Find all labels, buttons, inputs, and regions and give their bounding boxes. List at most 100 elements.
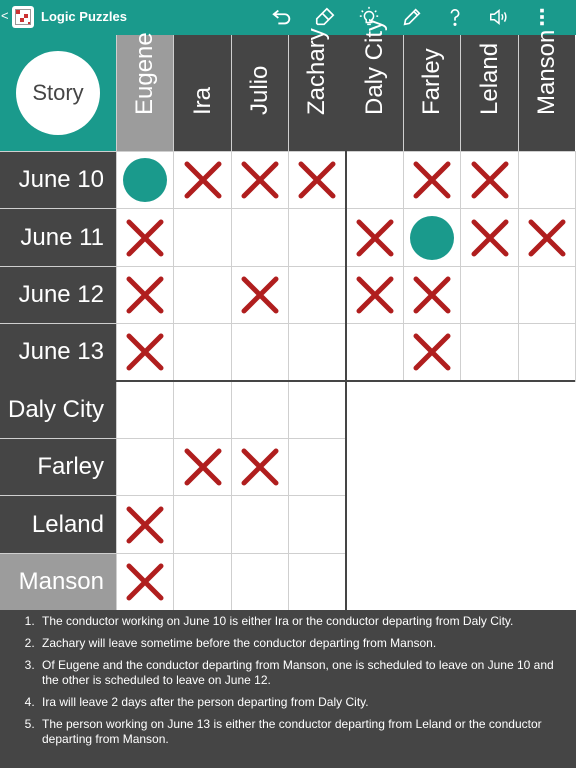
grid-cell[interactable]	[116, 208, 175, 267]
clues-panel: The conductor working on June 10 is eith…	[0, 610, 576, 768]
grid-cell[interactable]	[230, 265, 290, 325]
clue-item: The person working on June 13 is either …	[38, 717, 556, 747]
column-header-zachary[interactable]: Zachary	[288, 28, 346, 151]
grid-cell[interactable]	[345, 323, 404, 382]
cross-mark-icon	[413, 333, 451, 371]
app-title: Logic Puzzles	[41, 9, 127, 24]
cross-mark-icon	[356, 276, 394, 314]
grid-cell[interactable]	[173, 151, 232, 210]
story-button[interactable]: Story	[16, 51, 100, 135]
column-header-label: Manson	[532, 29, 560, 115]
column-header-eugene[interactable]: Eugene	[116, 32, 174, 151]
grid-cell[interactable]	[116, 495, 175, 554]
clue-item: Of Eugene and the conductor departing fr…	[38, 658, 556, 688]
row-header-june-10[interactable]: June 10	[0, 151, 116, 209]
clue-item: Ira will leave 2 days after the person d…	[38, 695, 556, 710]
section-divider	[0, 379, 576, 382]
grid-cell[interactable]	[288, 208, 347, 267]
sound-icon[interactable]	[485, 3, 513, 31]
grid-cell[interactable]	[173, 265, 232, 325]
grid-cell[interactable]	[116, 380, 175, 439]
grid-cell[interactable]	[460, 323, 519, 382]
grid-cell[interactable]	[403, 208, 462, 267]
grid-cell[interactable]	[230, 380, 290, 439]
row-header-june-12[interactable]: June 12	[0, 265, 116, 324]
grid-cell[interactable]	[517, 208, 576, 267]
column-header-label: Daly City	[360, 18, 388, 115]
column-header-leland[interactable]: Leland	[460, 35, 518, 151]
app-logo-icon	[12, 6, 34, 28]
help-icon[interactable]	[441, 3, 469, 31]
cross-mark-icon	[471, 219, 509, 257]
cross-mark-icon	[126, 506, 164, 544]
column-header-julio[interactable]: Julio	[230, 35, 289, 151]
grid-cell[interactable]	[345, 151, 404, 210]
grid-cell[interactable]	[173, 552, 232, 612]
grid-cell[interactable]	[173, 495, 232, 554]
row-header-june-13[interactable]: June 13	[0, 323, 116, 381]
confirmed-mark-icon	[410, 215, 455, 260]
grid-cell[interactable]	[517, 323, 576, 382]
grid-cell[interactable]	[288, 438, 347, 497]
grid-cell[interactable]	[403, 265, 462, 325]
more-vert-icon[interactable]	[528, 3, 556, 31]
column-header-daly-city[interactable]: Daly City	[345, 19, 403, 151]
row-header-daly-city[interactable]: Daly City	[0, 380, 116, 438]
column-header-label: Eugene	[131, 32, 159, 115]
grid-cell[interactable]	[288, 265, 347, 325]
grid-cell[interactable]	[230, 323, 290, 382]
grid-cell[interactable]	[460, 151, 519, 210]
cross-mark-icon	[126, 276, 164, 314]
cross-mark-icon	[413, 276, 451, 314]
grid-cell[interactable]	[116, 265, 175, 325]
cross-mark-icon	[413, 161, 451, 199]
cross-mark-icon	[126, 563, 164, 601]
cross-mark-icon	[298, 161, 336, 199]
grid-cell[interactable]	[173, 380, 232, 439]
grid-cell[interactable]	[116, 151, 175, 210]
puzzle-grid: Story Eugene Ira Julio Zachary Daly City Farl…	[0, 19, 576, 612]
grid-cell[interactable]	[173, 323, 232, 382]
grid-cell[interactable]	[517, 265, 576, 325]
grid-cell[interactable]	[116, 323, 175, 382]
grid-cell[interactable]	[403, 151, 462, 210]
grid-cell[interactable]	[116, 438, 175, 497]
grid-cell[interactable]	[288, 151, 347, 210]
row-header-june-11[interactable]: June 11	[0, 208, 116, 266]
confirmed-mark-icon	[123, 158, 168, 203]
grid-cell[interactable]	[230, 495, 290, 554]
pencil-icon[interactable]	[398, 3, 426, 31]
back-icon[interactable]: <	[1, 8, 9, 23]
column-header-farley[interactable]: Farley	[403, 35, 461, 151]
grid-cell[interactable]	[288, 495, 347, 554]
grid-cell[interactable]	[345, 265, 404, 325]
grid-cell[interactable]	[517, 151, 576, 210]
grid-cell[interactable]	[460, 265, 519, 325]
grid-cell[interactable]	[230, 438, 290, 497]
eraser-icon[interactable]	[311, 3, 339, 31]
grid-cell[interactable]	[230, 552, 290, 612]
row-header-leland[interactable]: Leland	[0, 495, 116, 553]
grid-cell[interactable]	[173, 438, 232, 497]
grid-cell[interactable]	[460, 208, 519, 267]
grid-cell[interactable]	[116, 552, 175, 612]
column-header-ira[interactable]: Ira	[173, 35, 231, 151]
grid-cell[interactable]	[173, 208, 232, 267]
cross-mark-icon	[241, 276, 279, 314]
row-header-farley[interactable]: Farley	[0, 438, 116, 496]
grid-cell[interactable]	[288, 380, 347, 439]
column-header-manson[interactable]: Manson	[517, 30, 576, 151]
grid-cell[interactable]	[403, 323, 462, 382]
cross-mark-icon	[528, 219, 566, 257]
grid-cell[interactable]	[230, 208, 290, 267]
grid-cell[interactable]	[288, 323, 347, 382]
section-divider	[344, 380, 347, 611]
column-header-label: Farley	[418, 48, 446, 115]
grid-cell[interactable]	[230, 151, 290, 210]
grid-cell[interactable]	[288, 552, 347, 612]
grid-cell[interactable]	[345, 208, 404, 267]
row-header-manson[interactable]: Manson	[0, 552, 116, 611]
undo-icon[interactable]	[268, 3, 296, 31]
cross-mark-icon	[126, 219, 164, 257]
column-header-label: Leland	[475, 42, 503, 115]
